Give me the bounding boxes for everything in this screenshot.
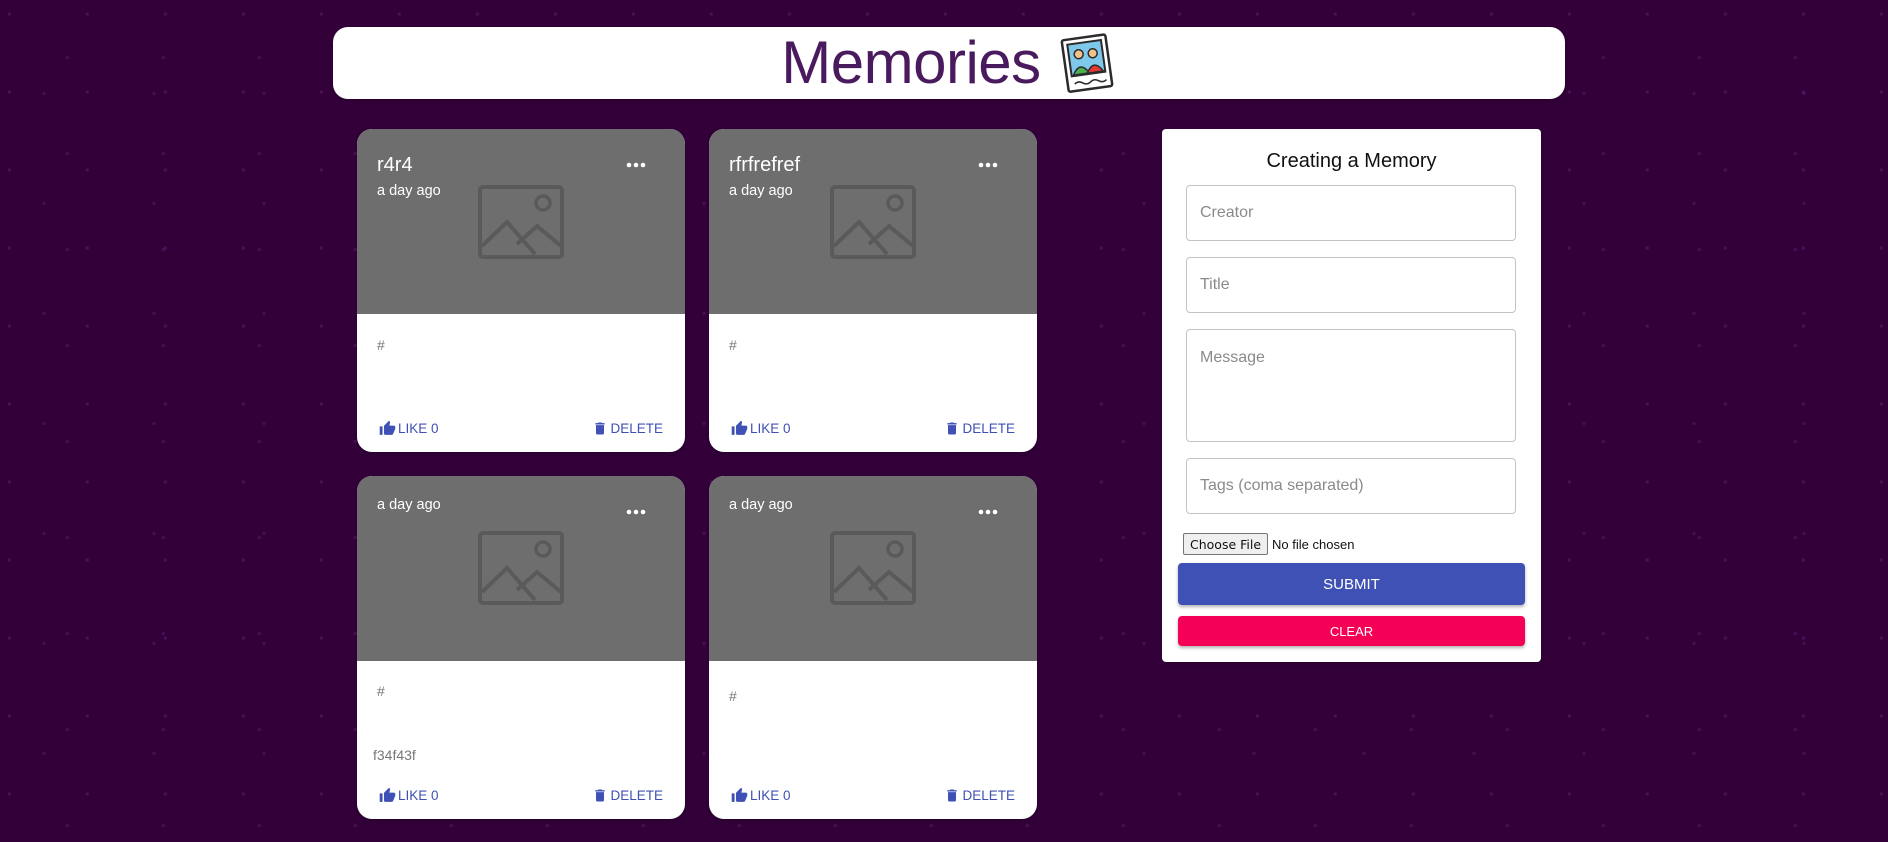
like-label: LIKE 0 [398, 420, 439, 436]
like-button[interactable]: LIKE 0 [379, 783, 439, 807]
card-media: rfrfrefref a day ago [709, 129, 1037, 314]
like-button[interactable]: LIKE 0 [379, 416, 439, 440]
like-button[interactable]: LIKE 0 [731, 416, 791, 440]
post-creator: rfrfrefref [729, 154, 801, 176]
thumb-up-icon [731, 787, 748, 802]
like-label: LIKE 0 [750, 420, 791, 436]
more-horizontal-icon [626, 162, 646, 168]
tags-input[interactable] [1186, 458, 1516, 514]
memories-photo-logo-icon [1060, 33, 1114, 93]
memory-card: a day ago # LIKE 0 DELETE [709, 476, 1037, 819]
memory-card: rfrfrefref a day ago # LIKE 0 DELETE [709, 129, 1037, 452]
delete-button[interactable]: DELETE [944, 416, 1015, 440]
card-actions: LIKE 0 DELETE [357, 416, 685, 440]
more-horizontal-icon [978, 509, 998, 515]
card-media: a day ago [709, 476, 1037, 661]
trash-icon [947, 789, 958, 801]
creator-input[interactable] [1186, 185, 1516, 241]
post-tags: # [729, 337, 737, 353]
thumb-up-icon [379, 787, 396, 802]
app-bar: Memories [333, 27, 1565, 99]
trash-icon [947, 422, 958, 434]
post-tags: # [377, 337, 385, 353]
memory-form: Creating a Memory Choose File No file ch… [1162, 129, 1541, 662]
clear-button[interactable]: CLEAR [1178, 616, 1525, 646]
post-tags: # [377, 683, 385, 699]
message-textarea[interactable] [1186, 329, 1516, 442]
thumb-up-icon [379, 420, 396, 435]
choose-file-button[interactable]: Choose File [1183, 533, 1269, 555]
delete-label: DELETE [610, 420, 663, 436]
delete-button[interactable]: DELETE [592, 416, 663, 440]
image-placeholder-icon [830, 185, 916, 259]
post-time: a day ago [729, 497, 793, 513]
submit-button[interactable]: SUBMIT [1178, 563, 1525, 605]
post-tags: # [729, 688, 737, 704]
more-horizontal-icon [626, 509, 646, 515]
delete-label: DELETE [610, 787, 663, 803]
delete-label: DELETE [962, 420, 1015, 436]
memory-card: a day ago # f34f43f LIKE 0 DELETE [357, 476, 685, 819]
card-actions: LIKE 0 DELETE [709, 416, 1037, 440]
post-creator: r4r4 [377, 154, 413, 176]
delete-button[interactable]: DELETE [944, 783, 1015, 807]
like-label: LIKE 0 [398, 787, 439, 803]
more-options-button[interactable] [621, 155, 651, 175]
trash-icon [595, 422, 606, 434]
file-status: No file chosen [1272, 536, 1355, 552]
delete-label: DELETE [962, 787, 1015, 803]
form-title: Creating a Memory [1266, 150, 1437, 172]
more-options-button[interactable] [973, 155, 1003, 175]
like-label: LIKE 0 [750, 787, 791, 803]
more-horizontal-icon [978, 162, 998, 168]
file-picker: Choose File No file chosen [1183, 533, 1354, 555]
trash-icon [595, 789, 606, 801]
image-placeholder-icon [830, 531, 916, 605]
like-button[interactable]: LIKE 0 [731, 783, 791, 807]
thumb-up-icon [731, 420, 748, 435]
image-placeholder-icon [478, 185, 564, 259]
memory-card: r4r4 a day ago # LIKE 0 DELETE [357, 129, 685, 452]
card-actions: LIKE 0 DELETE [709, 783, 1037, 807]
post-message: f34f43f [373, 747, 416, 763]
card-actions: LIKE 0 DELETE [357, 783, 685, 807]
post-time: a day ago [377, 183, 441, 199]
delete-button[interactable]: DELETE [592, 783, 663, 807]
post-time: a day ago [729, 183, 793, 199]
image-placeholder-icon [478, 531, 564, 605]
more-options-button[interactable] [621, 502, 651, 522]
title-input[interactable] [1186, 257, 1516, 313]
more-options-button[interactable] [973, 502, 1003, 522]
app-title: Memories [781, 29, 1041, 96]
card-media: r4r4 a day ago [357, 129, 685, 314]
post-time: a day ago [377, 497, 441, 513]
card-media: a day ago [357, 476, 685, 661]
